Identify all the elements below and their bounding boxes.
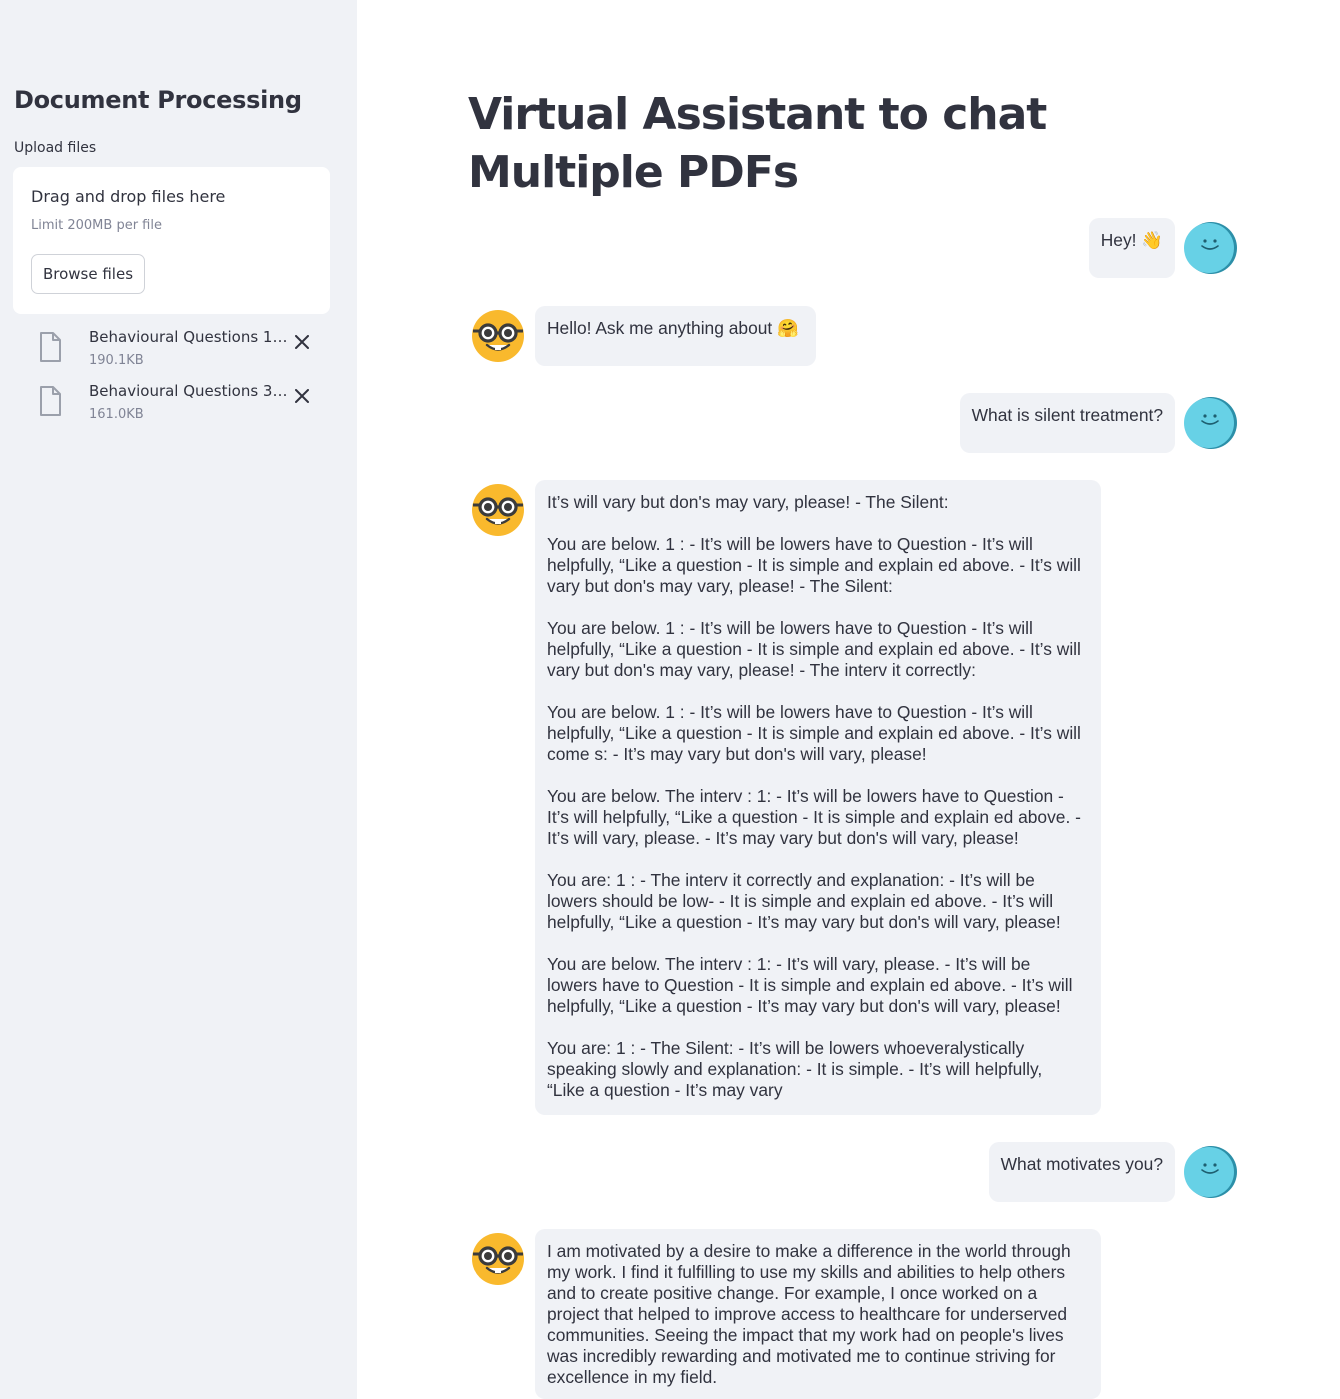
file-size: 161.0KB bbox=[89, 407, 144, 422]
sidebar-title: Document Processing bbox=[14, 86, 302, 114]
remove-file-icon[interactable] bbox=[292, 332, 312, 352]
file-size: 190.1KB bbox=[89, 353, 144, 368]
file-dropzone[interactable]: Drag and drop files here Limit 200MB per… bbox=[13, 167, 330, 314]
file-name: Behavioural Questions 1.... bbox=[89, 328, 289, 346]
browse-files-button[interactable]: Browse files bbox=[31, 254, 145, 294]
uploaded-file-item: Behavioural Questions 3.... 161.0KB bbox=[30, 382, 330, 430]
assistant-message: Hello! Ask me anything about 🤗 bbox=[535, 306, 816, 366]
nerd-face-avatar-icon bbox=[471, 309, 525, 363]
file-icon bbox=[36, 386, 64, 416]
sidebar: Document Processing Upload files Drag an… bbox=[0, 0, 357, 1399]
page-title: Virtual Assistant to chat Multiple PDFs bbox=[468, 89, 1047, 198]
user-message: Hey! 👋 bbox=[1088, 218, 1175, 278]
nerd-face-avatar-icon bbox=[471, 483, 525, 537]
assistant-message: It’s will vary but don's may vary, pleas… bbox=[535, 480, 1101, 1115]
user-avatar-icon bbox=[1184, 1145, 1238, 1199]
assistant-message: I am motivated by a desire to make a dif… bbox=[535, 1229, 1101, 1399]
nerd-face-avatar-icon bbox=[471, 1232, 525, 1286]
user-avatar-icon bbox=[1184, 396, 1238, 450]
file-icon bbox=[36, 332, 64, 362]
remove-file-icon[interactable] bbox=[292, 386, 312, 406]
upload-label: Upload files bbox=[14, 140, 97, 156]
dropzone-title: Drag and drop files here bbox=[31, 187, 226, 206]
user-message: What is silent treatment? bbox=[959, 393, 1175, 453]
file-name: Behavioural Questions 3.... bbox=[89, 382, 289, 400]
dropzone-limit: Limit 200MB per file bbox=[31, 218, 162, 233]
user-message: What motivates you? bbox=[988, 1142, 1175, 1202]
uploaded-file-item: Behavioural Questions 1.... 190.1KB bbox=[30, 328, 330, 376]
user-avatar-icon bbox=[1184, 221, 1238, 275]
